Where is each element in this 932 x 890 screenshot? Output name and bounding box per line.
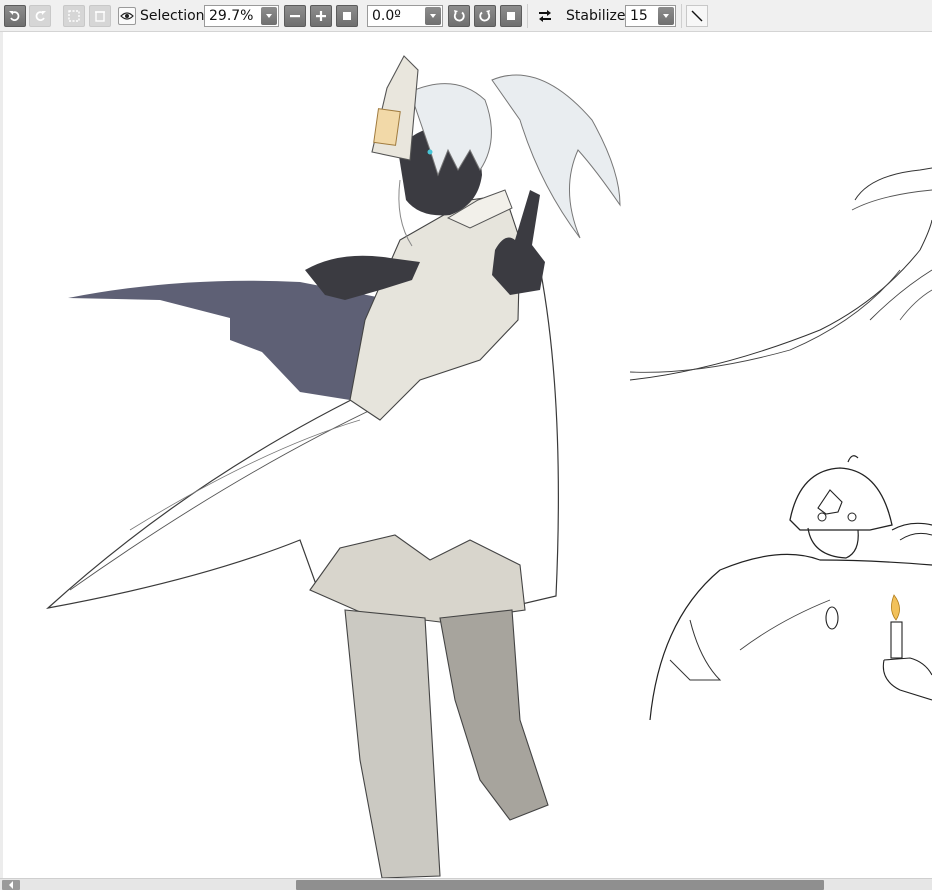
undo-icon: [9, 11, 20, 21]
clear-icon: [95, 11, 105, 22]
brush-mode-button[interactable]: [686, 5, 708, 27]
toolbar: Selection 29.7% 0.0º Stabilizer 15: [0, 0, 932, 32]
redo-icon: [35, 11, 46, 21]
toolbar-separator: [527, 4, 528, 28]
chevron-left-icon: [9, 881, 13, 889]
left-leg-shape: [344, 609, 441, 878]
rotate-right-icon: [479, 10, 491, 22]
deselect-icon: [68, 10, 80, 22]
chevron-down-icon: [663, 14, 669, 18]
zoom-value: 29.7%: [209, 8, 254, 24]
redo-button[interactable]: [29, 5, 51, 27]
plus-icon: [316, 11, 326, 21]
zoom-field[interactable]: 29.7%: [204, 5, 279, 27]
zoom-dropdown-button[interactable]: [261, 7, 277, 25]
clear-button[interactable]: [89, 5, 111, 27]
rotate-reset-button[interactable]: [500, 5, 522, 27]
flip-arrows-icon: [539, 10, 551, 22]
stabilizer-field[interactable]: 15: [625, 5, 676, 27]
zoom-in-button[interactable]: [310, 5, 332, 27]
stabilizer-label: Stabilizer: [566, 8, 632, 24]
selection-visibility-toggle[interactable]: [118, 7, 136, 25]
horizontal-scrollbar[interactable]: [0, 878, 932, 890]
helmet-sketch: [789, 467, 893, 531]
deselect-button[interactable]: [63, 5, 85, 27]
stabilizer-value: 15: [630, 8, 648, 24]
chevron-down-icon: [266, 14, 272, 18]
rotate-left-button[interactable]: [448, 5, 470, 27]
minus-icon: [290, 15, 300, 18]
toolbar-separator: [681, 4, 682, 28]
scroll-left-button[interactable]: [2, 880, 20, 890]
canvas-left-edge: [0, 32, 3, 878]
zoom-out-button[interactable]: [284, 5, 306, 27]
rotation-dropdown-button[interactable]: [425, 7, 441, 25]
rotation-value: 0.0º: [372, 8, 401, 24]
drawing-canvas[interactable]: [0, 32, 932, 878]
right-leg-shape: [439, 609, 549, 821]
square-icon: [343, 12, 351, 20]
rotate-right-button[interactable]: [474, 5, 496, 27]
scrollbar-thumb[interactable]: [296, 880, 824, 890]
candle-flame: [891, 594, 900, 621]
stabilizer-dropdown-button[interactable]: [658, 7, 674, 25]
selection-label: Selection: [140, 8, 205, 24]
diagonal-line-icon: [691, 10, 703, 22]
flip-horizontal-button[interactable]: [534, 5, 556, 27]
eye-icon: [120, 12, 134, 20]
square-icon: [507, 12, 515, 20]
chevron-down-icon: [430, 14, 436, 18]
rotate-left-icon: [453, 10, 465, 22]
crown-jewel-shape: [373, 108, 401, 146]
undo-button[interactable]: [4, 5, 26, 27]
zoom-reset-button[interactable]: [336, 5, 358, 27]
artwork: [46, 55, 932, 878]
rotation-field[interactable]: 0.0º: [367, 5, 443, 27]
